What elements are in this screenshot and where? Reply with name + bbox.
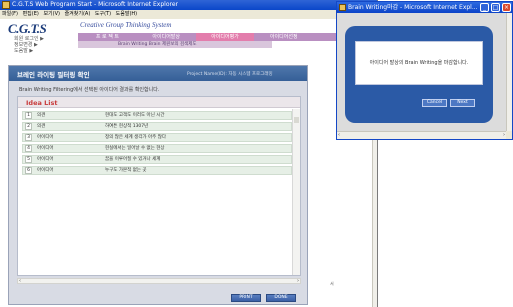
row-number: 4 — [25, 145, 32, 152]
popup-body: 아이디어 발상의 Brain Writing을 마감합니다. Cancel Ne… — [337, 13, 506, 131]
idea-row[interactable]: 5 아이디어 꿈을 이루어질 수 있거나 세계 — [22, 155, 292, 164]
scroll-right-icon[interactable]: › — [297, 278, 299, 284]
row-text: 누구도 가본적 없는 곳 — [105, 168, 147, 173]
menu-help[interactable]: 도움말(H) — [116, 11, 137, 17]
horizontal-scrollbar[interactable]: ‹ › — [17, 278, 301, 284]
done-button[interactable]: DONE — [266, 294, 296, 302]
popup-horizontal-scrollbar[interactable]: ‹ › — [337, 131, 506, 139]
close-icon[interactable]: × — [502, 3, 511, 12]
maximize-icon[interactable]: □ — [491, 3, 500, 12]
popup-dialog-card: 아이디어 발상의 Brain Writing을 마감합니다. Cancel Ne… — [345, 26, 493, 123]
popup-title-bar[interactable]: Brain Writing마감 - Microsoft Internet Exp… — [337, 2, 512, 13]
sub-navigation[interactable]: Brain Writing Brain 제원보의 검색제도 — [78, 41, 272, 48]
nav-idea-generation[interactable]: 아이디어발상 — [137, 33, 196, 41]
main-title-bar[interactable]: C.G.T.S Web Program Start - Microsoft In… — [0, 0, 377, 10]
idea-list-title: Idea List — [26, 99, 58, 107]
main-browser-window: C.G.T.S Web Program Start - Microsoft In… — [0, 0, 378, 307]
menu-file[interactable]: 파일(F) — [2, 11, 18, 17]
row-text: 하여튼 현상적 1307년 — [105, 124, 149, 129]
cancel-button[interactable]: Cancel — [422, 99, 447, 107]
idea-row[interactable]: 6 아이디어 누구도 가본적 없는 곳 — [22, 166, 292, 175]
nav-idea-selection[interactable]: 아이디어선정 — [254, 33, 313, 41]
instruction-text: Brain Writing Filtering에서 선택된 아이디어 결과를 확… — [19, 87, 160, 93]
menu-bar: 파일(F) 편집(E) 보기(V) 즐겨찾기(A) 도구(T) 도움말(H) — [0, 10, 377, 19]
menu-view[interactable]: 보기(V) — [43, 11, 60, 17]
row-type: 아이디어 — [37, 157, 54, 162]
idea-list-header: Idea List — [18, 97, 300, 108]
idea-list-scrollbar[interactable] — [292, 109, 300, 275]
tagline: Creative Group Thinking System — [80, 21, 172, 29]
popup-window: Brain Writing마감 - Microsoft Internet Exp… — [336, 1, 513, 140]
content-title: 브레인 라이팅 필터링 확인 — [17, 71, 90, 79]
content-panel: 브레인 라이팅 필터링 확인 Project Name(ID): 자동 시스템 … — [8, 65, 308, 305]
row-number: 3 — [25, 134, 32, 141]
print-button[interactable]: PRINT — [231, 294, 261, 302]
popup-message: 아이디어 발상의 Brain Writing을 마감합니다. — [355, 41, 483, 85]
idea-row[interactable]: 3 아이디어 정의 많은 세계 생각가 아주 많다 — [22, 133, 292, 142]
menu-tools[interactable]: 도구(T) — [95, 11, 111, 17]
minimize-icon[interactable]: _ — [480, 3, 489, 12]
row-number: 1 — [25, 112, 32, 119]
idea-row[interactable]: 4 아이디어 현실에서는 일어날 수 없는 현상 — [22, 144, 292, 153]
scroll-left-icon[interactable]: ‹ — [19, 278, 21, 284]
main-window-title: C.G.T.S Web Program Start - Microsoft In… — [12, 1, 179, 8]
row-type: 의견 — [37, 113, 46, 118]
row-number: 2 — [25, 123, 32, 130]
popup-window-title: Brain Writing마감 - Microsoft Internet Exp… — [348, 4, 478, 11]
scroll-left-icon[interactable]: ‹ — [338, 132, 340, 138]
content-header: 브레인 라이팅 필터링 확인 Project Name(ID): 자동 시스템 … — [9, 66, 307, 81]
nav-project[interactable]: 프 로 젝 트 — [78, 33, 137, 41]
row-number: 6 — [25, 167, 32, 174]
menu-favorites[interactable]: 즐겨찾기(A) — [65, 11, 91, 17]
page-note: 서 — [330, 281, 334, 286]
project-name: Project Name(ID): 자동 시스템 프로그래밍 — [187, 72, 273, 77]
row-text: 현실에서는 일어날 수 없는 현상 — [105, 146, 165, 151]
idea-row[interactable]: 1 의견 현대도 고객도 이러도 아닌 시간 — [22, 111, 292, 120]
scrollbar-thumb[interactable] — [294, 117, 299, 123]
row-type: 아이디어 — [37, 135, 54, 140]
top-navigation: 프 로 젝 트 아이디어발상 아이디어평가 아이디어선정 폐 시 — [78, 33, 372, 41]
ie-app-icon — [339, 4, 346, 11]
row-type: 아이디어 — [37, 146, 54, 151]
row-type: 아이디어 — [37, 168, 54, 173]
idea-list-panel: Idea List 1 의견 현대도 고객도 이러도 아닌 시간 2 의견 하여… — [17, 96, 301, 276]
popup-vertical-scrollbar[interactable] — [506, 13, 512, 131]
row-type: 의견 — [37, 124, 46, 129]
nav-idea-evaluation[interactable]: 아이디어평가 — [195, 33, 255, 41]
page-content: C.G.T.S Creative Group Thinking System 회… — [0, 19, 374, 307]
row-text: 정의 많은 세계 생각가 아주 많다 — [105, 135, 166, 140]
side-link-help[interactable]: 도움말 ▶ — [14, 47, 33, 54]
row-number: 5 — [25, 156, 32, 163]
scroll-right-icon[interactable]: › — [503, 132, 505, 138]
row-text: 꿈을 이루어질 수 있거나 세계 — [105, 157, 161, 162]
row-text: 현대도 고객도 이러도 아닌 시간 — [105, 113, 165, 118]
idea-row[interactable]: 2 의견 하여튼 현상적 1307년 — [22, 122, 292, 131]
next-button[interactable]: Next — [450, 99, 475, 107]
ie-app-icon — [2, 1, 10, 9]
menu-edit[interactable]: 편집(E) — [23, 11, 39, 17]
